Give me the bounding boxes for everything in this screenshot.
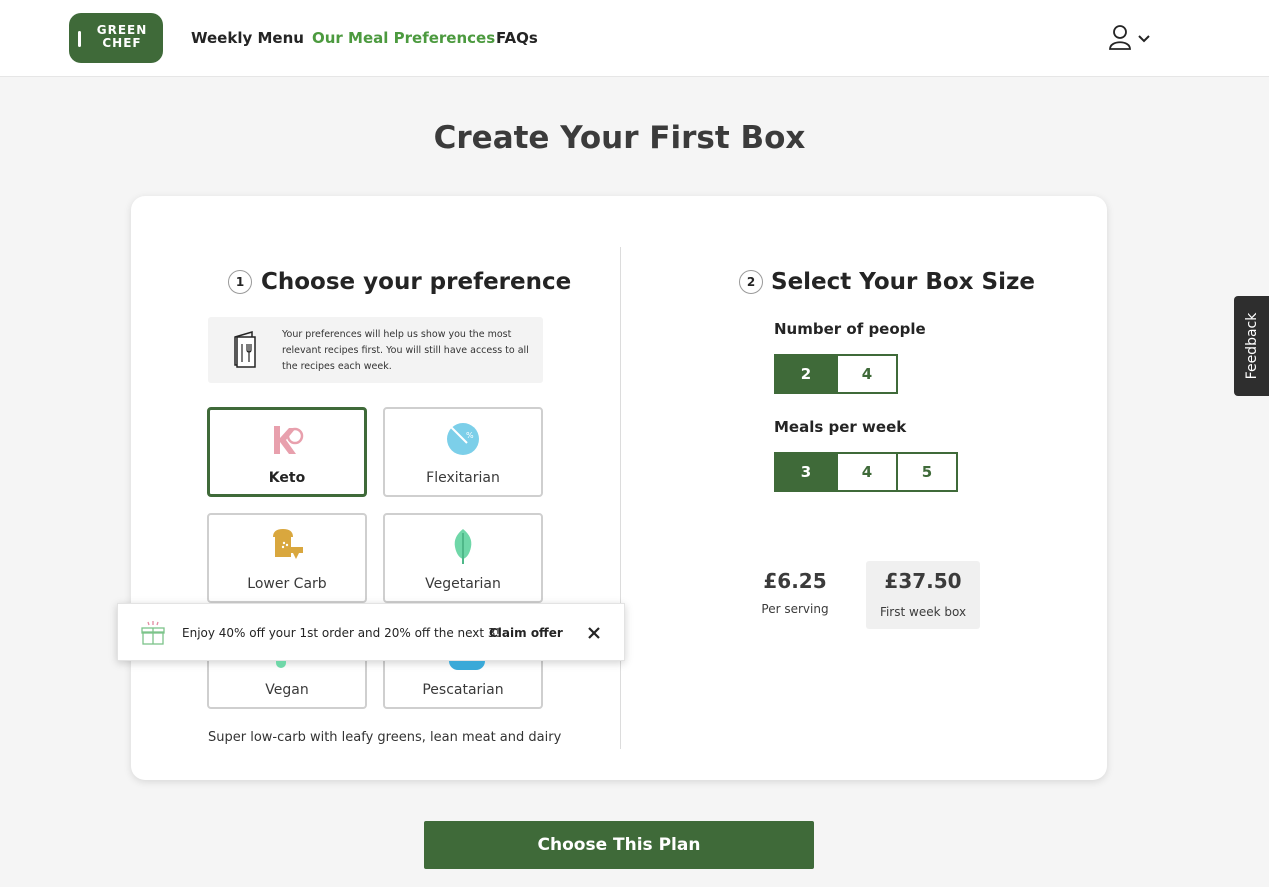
preference-info-box: Your preferences will help us show you t… [208, 317, 543, 383]
first-week-total-box: £37.50 First week box [866, 561, 980, 629]
nav-faqs[interactable]: FAQs [496, 29, 538, 47]
meals-option-3[interactable]: 3 [776, 454, 836, 490]
pref-option-vegetarian[interactable]: Vegetarian [383, 513, 543, 603]
meals-selector: 3 4 5 [774, 452, 958, 492]
pref-label: Flexitarian [426, 470, 500, 486]
user-menu-button[interactable] [1108, 24, 1154, 52]
choose-plan-button[interactable]: Choose This Plan [424, 821, 814, 869]
preference-info-text: Your preferences will help us show you t… [282, 329, 529, 372]
feedback-label: Feedback [1243, 312, 1260, 380]
people-option-4[interactable]: 4 [836, 356, 896, 392]
people-label: Number of people [774, 320, 926, 338]
keto-icon [274, 426, 304, 454]
column-divider [620, 247, 621, 749]
top-header: GREEN CHEF Weekly Menu Our Meal Preferenc… [0, 0, 1269, 77]
plan-card: 1 Choose your preference Your preference… [131, 196, 1107, 780]
step-1-badge: 1 [228, 270, 252, 294]
close-icon[interactable] [584, 623, 604, 643]
leaf-icon [454, 529, 472, 564]
pref-option-keto[interactable]: Keto [207, 407, 367, 497]
offer-toast: Enjoy 40% off your 1st order and 20% off… [117, 603, 625, 661]
svg-text:%: % [466, 431, 474, 440]
nav-weekly-menu[interactable]: Weekly Menu [191, 29, 304, 47]
pref-label: Keto [268, 470, 306, 486]
box-size-heading: Select Your Box Size [771, 269, 1035, 295]
menu-card-icon [234, 330, 256, 368]
pref-label: Lower Carb [247, 576, 327, 592]
meals-option-5[interactable]: 5 [896, 454, 956, 490]
offer-text: Enjoy 40% off your 1st order and 20% off… [182, 626, 501, 640]
pref-option-lower-carb[interactable]: Lower Carb [207, 513, 367, 603]
page-title: Create Your First Box [433, 120, 806, 156]
preference-description: Super low-carb with leafy greens, lean m… [208, 730, 562, 745]
pref-label: Vegetarian [425, 576, 501, 592]
bread-down-arrow-icon [273, 529, 303, 559]
pref-label: Pescatarian [422, 682, 504, 698]
nav-meal-preferences[interactable]: Our Meal Preferences [312, 29, 495, 47]
price-per-serving: £6.25 [763, 569, 827, 593]
step-2-badge: 2 [739, 270, 763, 294]
green-chef-logo[interactable]: GREEN CHEF [69, 13, 163, 63]
people-selector: 2 4 [774, 354, 898, 394]
feedback-tab[interactable]: Feedback [1234, 296, 1269, 396]
preference-heading: Choose your preference [261, 269, 572, 295]
user-icon [1109, 25, 1150, 50]
meals-option-4[interactable]: 4 [836, 454, 896, 490]
people-option-2[interactable]: 2 [776, 356, 836, 392]
price-per-serving-label: Per serving [761, 602, 829, 616]
claim-offer-link[interactable]: Claim offer [489, 626, 563, 640]
fish-icon [449, 661, 485, 670]
first-week-total-label: First week box [879, 605, 967, 619]
flexitarian-icon: % [447, 423, 479, 455]
gift-box-icon [141, 621, 165, 645]
pref-option-flexitarian[interactable]: % Flexitarian [383, 407, 543, 497]
meals-label: Meals per week [774, 418, 907, 436]
pref-label: Vegan [265, 682, 309, 698]
logo-line-2: CHEF [102, 36, 142, 50]
logo-line-1: GREEN [96, 23, 148, 37]
first-week-total: £37.50 [884, 569, 962, 593]
